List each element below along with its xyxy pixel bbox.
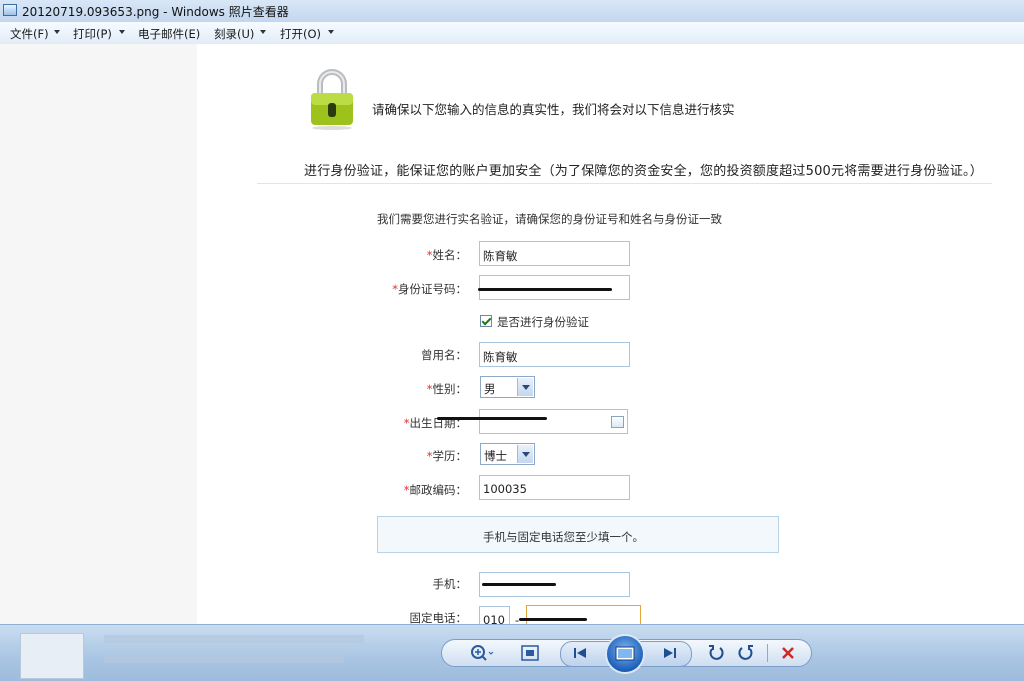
taskbar-thumbnail (20, 633, 84, 679)
notice-text: 请确保以下您输入的信息的真实性，我们将会对以下信息进行核实 (372, 102, 735, 117)
viewer-control-bar (0, 624, 1024, 681)
verify-checkbox[interactable] (480, 315, 492, 327)
verification-subtitle: 进行身份验证，能保证您的账户更加安全（为了保障您的资金安全，您的投资额度超过50… (304, 164, 983, 179)
chevron-down-icon[interactable] (260, 30, 266, 34)
divider (257, 183, 992, 184)
window-title: 20120719.093653.png - Windows 照片查看器 (22, 5, 289, 19)
name-input[interactable]: 陈育敏 (479, 241, 630, 266)
intro-text: 我们需要您进行实名验证，请确保您的身份证号和姓名与身份证一致 (377, 212, 722, 226)
alias-label: 曾用名： (421, 348, 467, 362)
redaction-scribble (482, 583, 556, 586)
contact-note-box: 手机与固定电话您至少填一个。 (377, 516, 779, 553)
displayed-image: 请确保以下您输入的信息的真实性，我们将会对以下信息进行核实 进行身份验证，能保证… (197, 44, 1024, 624)
separator (767, 644, 768, 662)
mobile-label: 手机： (432, 577, 468, 591)
gender-select[interactable]: 男 (480, 376, 535, 398)
area-code-input[interactable]: 010 (479, 606, 510, 624)
menu-open[interactable]: 打开(O) (280, 26, 321, 42)
calendar-icon[interactable] (611, 416, 624, 428)
menu-file[interactable]: 文件(F) (10, 26, 49, 42)
education-label: *学历： (426, 449, 467, 463)
title-bar: 20120719.093653.png - Windows 照片查看器 (0, 0, 1024, 23)
id-number-label: *身份证号码： (392, 282, 467, 296)
gender-value: 男 (484, 382, 496, 396)
landline-label: 固定电话： (409, 611, 468, 624)
alias-input[interactable]: 陈育敏 (479, 342, 630, 367)
rotate-ccw-icon[interactable] (705, 642, 727, 664)
menu-burn[interactable]: 刻录(U) (214, 26, 254, 42)
education-select[interactable]: 博士 (480, 443, 535, 465)
postcode-input[interactable]: 100035 (479, 475, 630, 500)
postcode-label: *邮政编码： (403, 483, 467, 497)
padlock-icon (311, 69, 353, 130)
delete-icon[interactable] (777, 642, 799, 664)
redaction-scribble (437, 417, 547, 420)
chevron-down-icon[interactable] (54, 30, 60, 34)
viewer-background (0, 44, 197, 624)
chevron-down-icon[interactable] (517, 445, 533, 463)
contact-note: 手机与固定电话您至少填一个。 (483, 530, 644, 544)
education-value: 博士 (484, 449, 507, 463)
slideshow-icon[interactable] (605, 634, 645, 674)
actual-size-icon[interactable] (519, 642, 541, 664)
menu-email[interactable]: 电子邮件(E) (138, 26, 200, 42)
menu-print[interactable]: 打印(P) (73, 26, 112, 42)
zoom-icon[interactable] (467, 642, 497, 664)
gender-label: *性别： (426, 382, 467, 396)
chevron-down-icon[interactable] (517, 378, 533, 396)
background-ghost (104, 655, 344, 663)
landline-input[interactable] (526, 605, 641, 624)
next-icon[interactable] (656, 643, 682, 663)
photo-viewer-app-icon (3, 4, 17, 16)
name-label: *姓名： (426, 248, 467, 262)
previous-icon[interactable] (568, 643, 594, 663)
rotate-cw-icon[interactable] (735, 642, 757, 664)
birthdate-input[interactable] (479, 409, 628, 434)
menu-bar: 文件(F) 打印(P) 电子邮件(E) 刻录(U) 打开(O) (0, 22, 1024, 45)
redaction-scribble (519, 618, 587, 621)
chevron-down-icon[interactable] (328, 30, 334, 34)
redaction-scribble (478, 288, 612, 291)
chevron-down-icon[interactable] (119, 30, 125, 34)
background-ghost (104, 635, 364, 643)
verify-checkbox-label: 是否进行身份验证 (497, 315, 589, 329)
